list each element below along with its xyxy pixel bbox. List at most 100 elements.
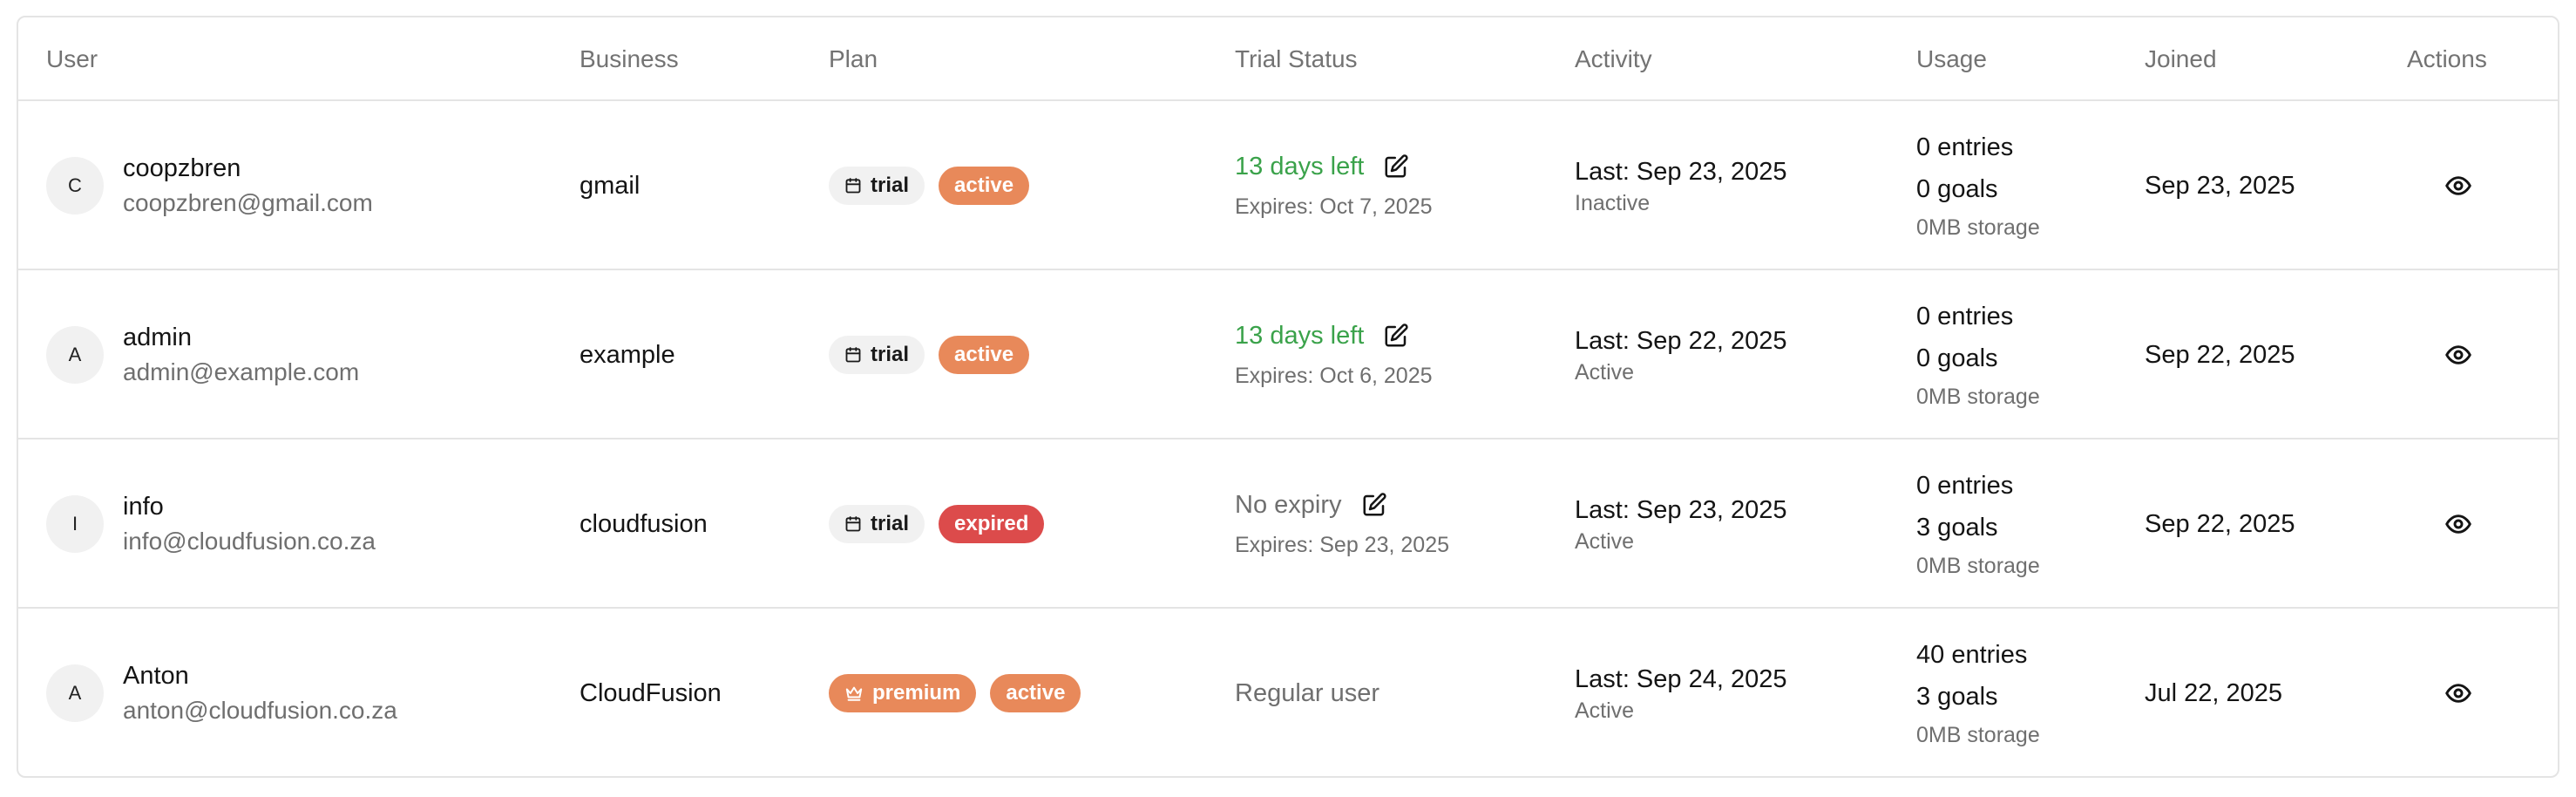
avatar: A (46, 664, 104, 722)
table-row: Iinfo info@cloudfusion.co.za cloudfusion tr… (18, 439, 2558, 609)
activity-state: Active (1575, 698, 1635, 723)
last-activity: Last: Sep 23, 2025 (1575, 158, 1787, 186)
user-name: info (123, 493, 164, 521)
usage-storage: 0MB storage (1916, 385, 2040, 409)
status-badge: expired (939, 505, 1045, 543)
column-header-plan[interactable]: Plan (829, 17, 878, 101)
usage-cell: 0 entries 3 goals 0MB storage (1916, 439, 2125, 609)
plan-label: trial (871, 512, 910, 535)
joined-date: Jul 22, 2025 (2145, 678, 2283, 707)
activity-cell: Last: Sep 22, 2025 Active (1575, 270, 1906, 439)
user-email: coopzbren@gmail.com (123, 189, 373, 216)
usage-entries: 0 entries (1916, 133, 2014, 161)
calendar-icon (844, 177, 862, 194)
column-header-joined[interactable]: Joined (2145, 17, 2217, 101)
usage-goals: 3 goals (1916, 514, 1998, 542)
actions-cell (2371, 609, 2545, 776)
eye-icon[interactable] (2437, 672, 2479, 714)
joined-cell: Sep 22, 2025 (2145, 270, 2389, 439)
joined-date: Sep 23, 2025 (2145, 171, 2295, 200)
activity-state: Inactive (1575, 191, 1651, 215)
last-activity: Last: Sep 24, 2025 (1575, 665, 1787, 693)
usage-entries: 0 entries (1916, 472, 2014, 500)
joined-cell: Jul 22, 2025 (2145, 609, 2389, 776)
trial-status-cell: 13 days left Expires: Oct 6, 2025 (1235, 270, 1566, 439)
plan-cell: trial expired (829, 439, 1212, 609)
user-email: admin@example.com (123, 358, 360, 385)
calendar-icon (844, 515, 862, 533)
edit-icon[interactable] (1361, 492, 1387, 518)
usage-cell: 40 entries 3 goals 0MB storage (1916, 609, 2125, 776)
trial-status-cell: No expiry Expires: Sep 23, 2025 (1235, 439, 1566, 609)
joined-date: Sep 22, 2025 (2145, 509, 2295, 538)
column-header-actions: Actions (2407, 45, 2487, 72)
plan-label: trial (871, 174, 910, 197)
activity-state: Active (1575, 529, 1635, 554)
column-header-trial-status[interactable]: Trial Status (1235, 17, 1358, 101)
plan-badge: trial (829, 505, 925, 543)
eye-icon[interactable] (2437, 165, 2479, 207)
usage-storage: 0MB storage (1916, 723, 2040, 747)
user-name: admin (123, 324, 192, 351)
trial-expiry-date: Expires: Sep 23, 2025 (1235, 533, 1449, 557)
trial-status-cell: Regular user (1235, 609, 1566, 776)
trial-status-cell: 13 days left Expires: Oct 7, 2025 (1235, 101, 1566, 270)
user-cell: Aadmin admin@example.com (46, 270, 552, 439)
avatar: A (46, 326, 104, 384)
activity-cell: Last: Sep 23, 2025 Inactive (1575, 101, 1906, 270)
plan-label: trial (871, 343, 910, 366)
status-badge: active (990, 674, 1081, 712)
plan-cell: premium active (829, 609, 1212, 776)
plan-badge: trial (829, 167, 925, 205)
last-activity: Last: Sep 22, 2025 (1575, 327, 1787, 355)
column-header-activity[interactable]: Activity (1575, 17, 1652, 101)
usage-goals: 0 goals (1916, 175, 1998, 203)
plan-badge: premium (829, 674, 977, 712)
trial-status-text: No expiry (1235, 491, 1342, 519)
usage-goals: 3 goals (1916, 683, 1998, 711)
plan-cell: trial active (829, 101, 1212, 270)
table-row: Ccoopzbren coopzbren@gmail.com gmail trial a… (18, 101, 2558, 270)
column-header-business[interactable]: Business (580, 17, 679, 101)
business-cell: example (580, 270, 806, 439)
users-table: User Business Plan Trial Status Activity… (17, 16, 2559, 778)
user-email: anton@cloudfusion.co.za (123, 697, 397, 724)
user-name: Anton (123, 662, 189, 690)
user-name: coopzbren (123, 154, 241, 182)
business-cell: gmail (580, 101, 806, 270)
activity-cell: Last: Sep 24, 2025 Active (1575, 609, 1906, 776)
trial-expiry-date: Expires: Oct 7, 2025 (1235, 194, 1433, 219)
eye-icon[interactable] (2437, 503, 2479, 545)
eye-icon[interactable] (2437, 334, 2479, 376)
column-header-user[interactable]: User (46, 17, 98, 101)
edit-icon[interactable] (1383, 153, 1409, 180)
usage-storage: 0MB storage (1916, 215, 2040, 240)
usage-entries: 0 entries (1916, 303, 2014, 330)
usage-cell: 0 entries 0 goals 0MB storage (1916, 101, 2125, 270)
usage-goals: 0 goals (1916, 344, 1998, 372)
usage-entries: 40 entries (1916, 641, 2028, 669)
business-name: CloudFusion (580, 678, 722, 707)
edit-icon[interactable] (1383, 323, 1409, 349)
calendar-icon (844, 346, 862, 364)
business-name: example (580, 340, 675, 369)
avatar: I (46, 495, 104, 553)
table-row: Aadmin admin@example.com example trial activ… (18, 270, 2558, 439)
joined-date: Sep 22, 2025 (2145, 340, 2295, 369)
table-row: A Anton anton@cloudfusion.co.za CloudFusion… (18, 609, 2558, 776)
user-cell: A Anton anton@cloudfusion.co.za (46, 609, 552, 776)
crown-icon (844, 685, 864, 702)
status-badge: active (939, 336, 1030, 374)
column-header-usage[interactable]: Usage (1916, 17, 1987, 101)
trial-status-text: 13 days left (1235, 322, 1365, 350)
user-cell: Iinfo info@cloudfusion.co.za (46, 439, 552, 609)
trial-status-text: Regular user (1235, 678, 1380, 707)
activity-cell: Last: Sep 23, 2025 Active (1575, 439, 1906, 609)
actions-cell (2371, 101, 2545, 270)
status-badge: active (939, 167, 1030, 205)
actions-cell (2371, 270, 2545, 439)
joined-cell: Sep 23, 2025 (2145, 101, 2389, 270)
usage-storage: 0MB storage (1916, 554, 2040, 578)
trial-status-text: 13 days left (1235, 153, 1365, 181)
user-cell: Ccoopzbren coopzbren@gmail.com (46, 101, 552, 270)
